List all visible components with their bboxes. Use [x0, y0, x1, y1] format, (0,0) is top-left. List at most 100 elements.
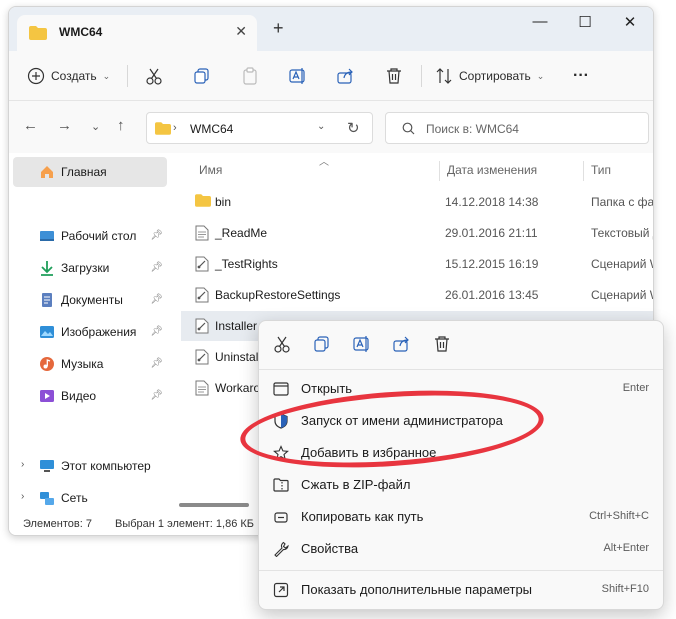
paste-button[interactable]	[241, 63, 259, 89]
address-bar[interactable]: › WMC64 ⌄ ↻	[146, 112, 373, 144]
command-bar: Создать ⌄ Сортировать ⌄ ···	[9, 51, 653, 101]
column-header-type[interactable]: Тип	[591, 163, 611, 177]
file-date: 29.01.2016 21:11	[445, 226, 538, 240]
sidebar-item-video[interactable]: Видео 📌︎	[13, 381, 167, 411]
pin-icon[interactable]: 📌︎	[150, 390, 163, 401]
sort-button[interactable]: Сортировать ⌄	[435, 63, 544, 89]
menu-item-label: Копировать как путь	[301, 509, 424, 524]
scissors-icon	[145, 67, 163, 85]
sidebar-item-desktop[interactable]: Рабочий стол 📌︎	[13, 221, 167, 251]
folder-icon	[29, 26, 47, 43]
sidebar-item-music[interactable]: Музыка 📌︎	[13, 349, 167, 379]
copy-button[interactable]	[193, 63, 211, 89]
file-date: 15.12.2015 16:19	[445, 257, 539, 271]
script-file-icon	[195, 349, 209, 368]
table-row[interactable]: _ReadMe 29.01.2016 21:11 Текстовый д	[181, 218, 653, 248]
scissors-icon[interactable]	[273, 335, 291, 356]
more-button[interactable]: ···	[573, 63, 589, 89]
share-icon[interactable]	[393, 335, 411, 356]
back-arrow-icon[interactable]: ←	[23, 117, 38, 134]
up-arrow-icon[interactable]: ↑	[117, 117, 125, 134]
navigation-pane: Главная Рабочий стол 📌︎ Загрузки 📌︎ Доку…	[9, 153, 171, 513]
divider	[127, 65, 128, 87]
rename-icon	[289, 67, 307, 85]
pin-icon[interactable]: 📌︎	[150, 326, 163, 337]
sidebar-item-this-pc[interactable]: › Этот компьютер	[13, 451, 167, 481]
file-type: Сценарий W	[591, 288, 653, 302]
chevron-right-icon[interactable]: ›	[21, 459, 24, 470]
menu-item-shortcut: Alt+Enter	[603, 542, 649, 554]
breadcrumb[interactable]: WMC64	[190, 122, 233, 136]
pin-icon[interactable]: 📌︎	[150, 358, 163, 369]
copy-icon[interactable]	[313, 335, 331, 356]
script-file-icon	[195, 287, 209, 306]
trash-icon[interactable]	[433, 335, 451, 356]
context-toolbar	[259, 321, 663, 369]
table-row[interactable]: bin 14.12.2018 14:38 Папка с фа	[181, 187, 653, 217]
divider	[421, 65, 422, 87]
navigation-bar: ← → ⌄ ↑ › WMC64 ⌄ ↻ Поиск в: WMC64	[9, 101, 653, 153]
close-tab-button[interactable]: ✕	[235, 23, 247, 40]
sidebar-item-downloads[interactable]: Загрузки 📌︎	[13, 253, 167, 283]
cut-button[interactable]	[145, 63, 163, 89]
refresh-icon[interactable]: ↻	[347, 119, 360, 137]
open-icon	[273, 381, 289, 400]
breadcrumb-separator: ›	[173, 122, 177, 134]
column-divider[interactable]	[583, 161, 584, 181]
trash-icon	[385, 67, 403, 85]
pin-icon[interactable]: 📌︎	[150, 230, 163, 241]
table-row[interactable]: BackupRestoreSettings 26.01.2016 13:45 С…	[181, 280, 653, 310]
new-button[interactable]: Создать ⌄	[27, 63, 110, 89]
menu-item-more-options[interactable]: Показать дополнительные параметры Shift+…	[265, 575, 657, 605]
maximize-button[interactable]: ☐	[570, 13, 600, 31]
column-header-name[interactable]: Имя	[199, 163, 222, 177]
column-divider[interactable]	[439, 161, 440, 181]
menu-item-zip[interactable]: Сжать в ZIP-файл	[265, 470, 657, 500]
menu-item-shortcut: Ctrl+Shift+C	[589, 510, 649, 522]
horizontal-scrollbar[interactable]	[179, 503, 249, 507]
rename-button[interactable]	[289, 63, 307, 89]
pin-icon[interactable]: 📌︎	[150, 262, 163, 273]
sidebar-item-home[interactable]: Главная	[13, 157, 167, 187]
sidebar-item-label: Главная	[61, 165, 107, 179]
forward-arrow-icon[interactable]: →	[57, 117, 72, 134]
menu-item-open[interactable]: Открыть Enter	[265, 374, 657, 404]
share-button[interactable]	[337, 63, 355, 89]
close-window-button[interactable]: ✕	[615, 13, 645, 31]
home-icon	[39, 164, 55, 180]
menu-item-run-as-admin[interactable]: Запуск от имени администратора	[265, 406, 657, 436]
recent-chevron-icon[interactable]: ⌄	[91, 120, 100, 133]
rename-icon[interactable]	[353, 335, 371, 356]
folder-icon	[195, 194, 211, 210]
file-type: Сценарий W	[591, 257, 653, 271]
menu-item-add-favorites[interactable]: Добавить в избранное	[265, 438, 657, 468]
delete-button[interactable]	[385, 63, 403, 89]
script-file-icon	[195, 256, 209, 275]
search-input[interactable]: Поиск в: WMC64	[385, 112, 649, 144]
minimize-button[interactable]: —	[525, 13, 555, 30]
pin-icon[interactable]: 📌︎	[150, 294, 163, 305]
sort-label: Сортировать	[459, 69, 531, 83]
table-row[interactable]: _TestRights 15.12.2015 16:19 Сценарий W	[181, 249, 653, 279]
tab-title: WMC64	[59, 25, 103, 39]
clipboard-icon	[241, 67, 259, 85]
copy-path-icon	[273, 509, 289, 528]
pictures-icon	[39, 324, 55, 340]
menu-item-copy-path[interactable]: Копировать как путь Ctrl+Shift+C	[265, 502, 657, 532]
sidebar-item-documents[interactable]: Документы 📌︎	[13, 285, 167, 315]
menu-item-properties[interactable]: Свойства Alt+Enter	[265, 534, 657, 564]
menu-item-label: Свойства	[301, 541, 359, 556]
shield-icon	[273, 413, 289, 432]
menu-item-label: Запуск от имени администратора	[301, 413, 503, 428]
tab-wmc64[interactable]: WMC64 ✕	[17, 15, 257, 51]
context-menu: Открыть Enter Запуск от имени администра…	[258, 320, 664, 610]
chevron-down-icon: ⌄	[102, 70, 111, 81]
sidebar-item-network[interactable]: › Сеть	[13, 483, 167, 513]
sidebar-item-pictures[interactable]: Изображения 📌︎	[13, 317, 167, 347]
chevron-right-icon[interactable]: ›	[21, 491, 24, 502]
new-tab-button[interactable]: +	[273, 18, 284, 39]
column-header-date[interactable]: Дата изменения	[447, 163, 537, 177]
sidebar-item-label: Документы	[61, 293, 123, 307]
music-icon	[39, 356, 55, 372]
chevron-down-icon[interactable]: ⌄	[317, 121, 325, 132]
